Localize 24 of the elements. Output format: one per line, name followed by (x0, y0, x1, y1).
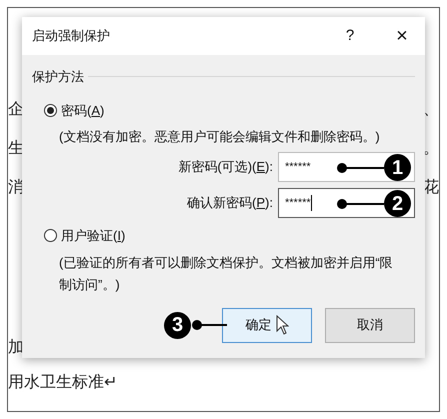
dialog-button[interactable]: 取消 (325, 308, 415, 342)
option-description: (文档没有加密。恶意用户可能会编辑文件和删除密码。) (59, 128, 381, 146)
cursor-icon (276, 315, 288, 335)
document-text: 企 (8, 100, 24, 120)
callout-badge: 3 (164, 312, 191, 338)
help-button[interactable]: ? (335, 24, 365, 48)
document-text: 用水卫生标准↵ (8, 373, 117, 393)
radio-label[interactable]: 密码(A) (61, 100, 104, 120)
close-button[interactable]: × (387, 26, 417, 46)
field-label: 新密码(可选)(E): (178, 158, 273, 176)
leader-line (191, 319, 227, 331)
document-text: 、 (423, 100, 439, 120)
window-title: 启动强制保护 (32, 27, 111, 46)
leader-line (336, 198, 384, 210)
dialog-button[interactable]: 确定 (222, 308, 312, 342)
radio-label[interactable]: 用户验证(I) (61, 226, 126, 246)
radio-button[interactable] (44, 229, 57, 242)
group-label: 保护方法 (32, 68, 84, 86)
leader-line (336, 162, 384, 174)
document-text: 花 (423, 178, 439, 198)
document-text: 生 (8, 139, 24, 159)
radio-button[interactable] (44, 104, 57, 117)
field-label: 确认新密码(P): (187, 194, 273, 212)
option-description: (已验证的所有者可以删除文档保护。文档被加密并启用“限制访问”。) (59, 254, 394, 294)
